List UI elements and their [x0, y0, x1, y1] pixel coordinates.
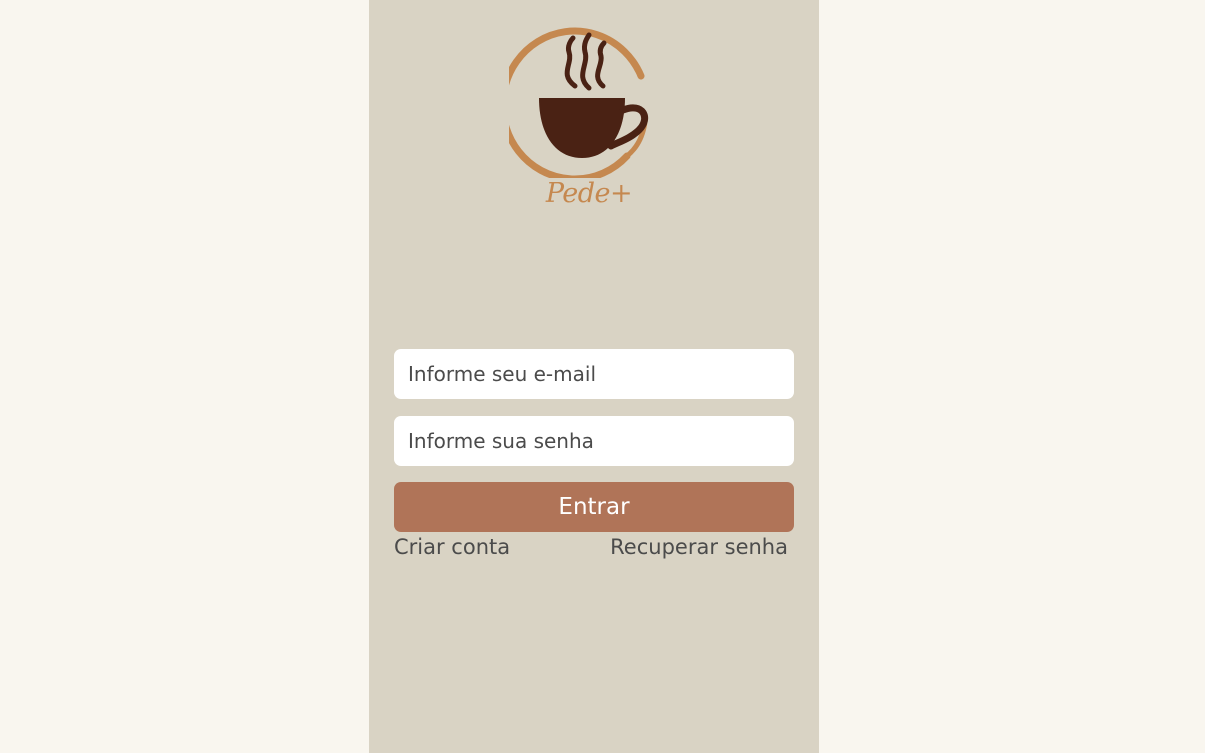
login-panel: Pede+ Entrar Criar conta Recuperar senha — [369, 0, 819, 753]
login-button[interactable]: Entrar — [394, 482, 794, 532]
coffee-cup-icon — [499, 27, 648, 183]
app-logo: Pede+ — [499, 18, 669, 218]
create-account-link[interactable]: Criar conta — [394, 534, 510, 560]
recover-password-link[interactable]: Recuperar senha — [610, 534, 788, 560]
password-field[interactable] — [394, 416, 794, 466]
app-name: Pede+ — [545, 178, 633, 209]
email-field[interactable] — [394, 349, 794, 399]
